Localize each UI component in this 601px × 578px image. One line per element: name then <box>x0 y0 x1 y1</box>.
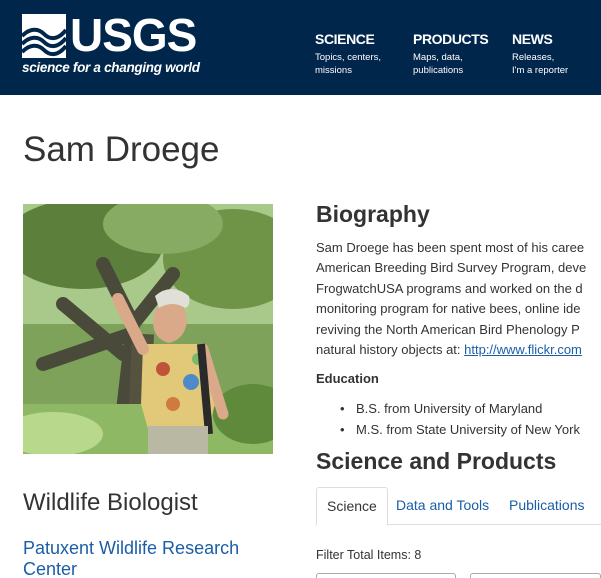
filter-select[interactable] <box>316 573 456 578</box>
nav-products-sub: Maps, data, <box>413 52 463 63</box>
nav-products[interactable]: PRODUCTS Maps, data, publications <box>413 30 489 77</box>
tab-data-and-tools[interactable]: Data and Tools <box>396 487 489 525</box>
profile-photo <box>23 204 273 454</box>
nav-science-title: SCIENCE <box>315 31 375 47</box>
nav-products-title: PRODUCTS <box>413 31 489 47</box>
tab-science[interactable]: Science <box>316 487 388 526</box>
nav-products-sub2: publications <box>413 65 464 76</box>
education-item: M.S. from State University of New York <box>340 420 601 441</box>
site-header: USGS science for a changing world SCIENC… <box>0 0 601 95</box>
filter-total-items: Filter Total Items: 8 <box>316 548 422 562</box>
nav-news-sub: Releases, <box>512 52 555 63</box>
education-item: B.S. from University of Maryland <box>340 399 601 420</box>
usgs-logo[interactable]: USGS science for a changing world <box>22 10 200 76</box>
tab-publications[interactable]: Publications <box>509 487 585 525</box>
logo-tagline: science for a changing world <box>22 60 200 75</box>
nav-news-title: NEWS <box>512 31 553 47</box>
nav-science-sub: Topics, centers, <box>315 52 381 63</box>
nav-science-sub2: missions <box>315 65 352 76</box>
biography-text: Sam Droege has been spent most of his ca… <box>316 238 601 360</box>
usgs-wave-icon <box>22 14 66 58</box>
flickr-link[interactable]: http://www.flickr.com <box>464 342 582 357</box>
filter-select[interactable] <box>470 573 601 578</box>
nav-news[interactable]: NEWS Releases, I'm a reporter <box>512 30 568 77</box>
biography-line: Sam Droege has been spent most of his ca… <box>316 240 585 255</box>
biography-line: reviving the North American Bird Phenolo… <box>316 321 580 337</box>
organization-link[interactable]: Patuxent Wildlife Research Center <box>23 538 263 578</box>
nav-science[interactable]: SCIENCE Topics, centers, missions <box>315 30 381 77</box>
science-products-heading: Science and Products <box>316 448 557 474</box>
products-tabs: Science Data and Tools Publications <box>316 487 601 526</box>
profile-photo-image <box>23 204 273 454</box>
logo-wordmark: USGS <box>70 9 197 61</box>
biography-line: monitoring program for native bees, onli… <box>316 301 581 317</box>
page-title: Sam Droege <box>23 130 220 169</box>
biography-line-prefix: natural history objects at: <box>316 342 465 358</box>
education-list: B.S. from University of Maryland M.S. fr… <box>340 399 601 440</box>
biography-line: FrogwatchUSA programs and worked on the … <box>316 280 583 296</box>
biography-line: natural history objects at: http://www.f… <box>316 340 601 360</box>
job-title: Wildlife Biologist <box>23 489 198 516</box>
biography-heading: Biography <box>316 201 430 227</box>
education-heading: Education <box>316 371 379 386</box>
biography-line: American Breeding Bird Survey Program, d… <box>316 260 587 276</box>
nav-news-sub2: I'm a reporter <box>512 65 569 76</box>
